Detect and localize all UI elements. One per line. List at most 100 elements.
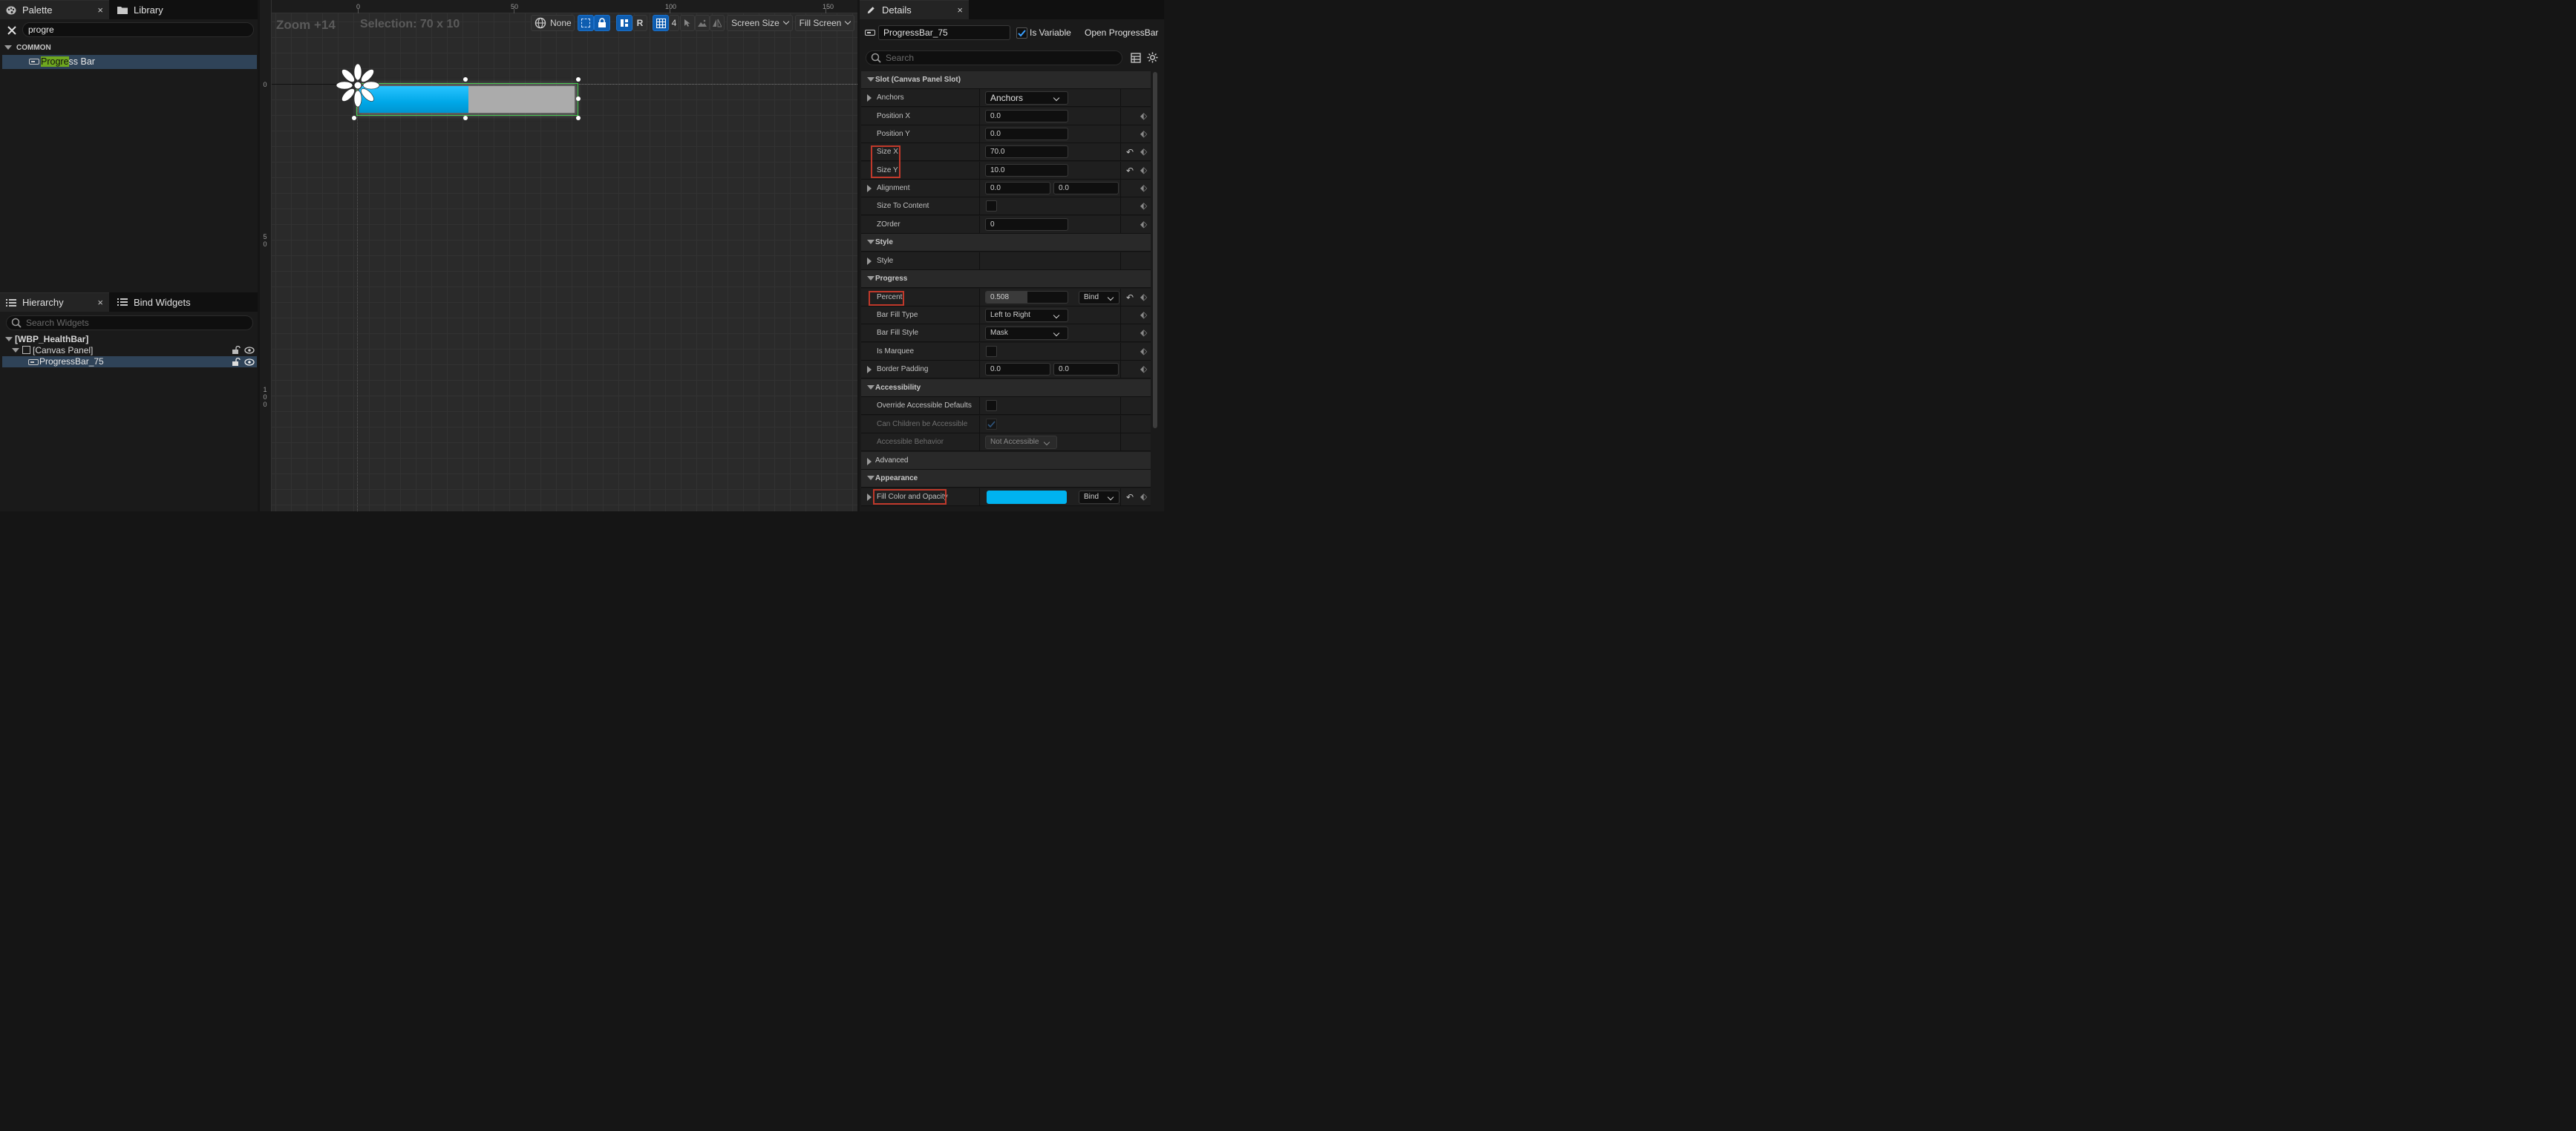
tree-item-progressbar[interactable]: ProgressBar_75 bbox=[2, 356, 257, 367]
close-details-icon[interactable]: × bbox=[957, 4, 963, 16]
localization-button[interactable]: None bbox=[531, 15, 575, 31]
grid-count[interactable]: 4 bbox=[669, 15, 679, 31]
border-padding-y-input[interactable]: 0.0 bbox=[1053, 363, 1119, 376]
bar-fill-type-dropdown[interactable]: Left to Right bbox=[985, 309, 1068, 322]
keyframe-icon[interactable]: ⬖ bbox=[1140, 346, 1147, 356]
widget-name-input[interactable]: ProgressBar_75 bbox=[878, 25, 1010, 40]
section-accessibility[interactable]: Accessibility bbox=[861, 379, 1151, 397]
zorder-input[interactable]: 0 bbox=[985, 218, 1068, 231]
close-hierarchy-icon[interactable]: × bbox=[97, 297, 103, 308]
clear-search-icon[interactable] bbox=[6, 24, 18, 36]
tab-details[interactable]: Details × bbox=[860, 0, 969, 19]
resize-handle[interactable] bbox=[352, 116, 356, 120]
reset-to-default-icon[interactable]: ↶ bbox=[1126, 165, 1134, 176]
mirror-button[interactable] bbox=[710, 15, 725, 31]
fill-color-bind-dropdown[interactable]: Bind bbox=[1079, 491, 1119, 504]
tab-bind-widgets[interactable]: Bind Widgets bbox=[111, 292, 238, 312]
size-y-input[interactable]: 10.0 bbox=[985, 164, 1068, 177]
size-x-input[interactable]: 70.0 bbox=[985, 145, 1068, 158]
pointer-button[interactable] bbox=[680, 15, 695, 31]
tab-hierarchy[interactable]: Hierarchy × bbox=[0, 292, 109, 312]
border-padding-x-input[interactable]: 0.0 bbox=[985, 363, 1050, 376]
position-x-input[interactable]: 0.0 bbox=[985, 110, 1068, 122]
open-progressbar-link[interactable]: Open ProgressBar bbox=[1085, 27, 1158, 38]
alignment-x-input[interactable]: 0.0 bbox=[985, 182, 1050, 194]
close-palette-icon[interactable]: × bbox=[97, 4, 103, 16]
is-variable-checkbox[interactable] bbox=[1016, 27, 1027, 39]
tree-item-root[interactable]: [WBP_HealthBar] bbox=[0, 333, 258, 345]
settings-gear-icon[interactable] bbox=[1147, 52, 1158, 63]
section-appearance[interactable]: Appearance bbox=[861, 470, 1151, 488]
reset-to-default-icon[interactable]: ↶ bbox=[1126, 492, 1134, 502]
anchors-dropdown[interactable]: Anchors bbox=[985, 91, 1068, 105]
keyframe-icon[interactable]: ⬖ bbox=[1140, 292, 1147, 302]
position-y-input[interactable]: 0.0 bbox=[985, 128, 1068, 140]
prop-row-zorder[interactable]: ZOrder 0 ⬖ bbox=[861, 216, 1151, 234]
keyframe-icon[interactable]: ⬖ bbox=[1140, 200, 1147, 211]
keyframe-icon[interactable]: ⬖ bbox=[1140, 146, 1147, 157]
designer-viewport[interactable]: 0 50 100 150 0 5 0 1 0 0 Zoom +14 Select… bbox=[260, 0, 857, 511]
common-section-header[interactable]: COMMON bbox=[0, 40, 258, 55]
keyframe-icon[interactable]: ⬖ bbox=[1140, 364, 1147, 374]
resize-handle[interactable] bbox=[576, 77, 581, 82]
details-search-input[interactable]: Search bbox=[866, 50, 1122, 65]
reset-to-default-icon[interactable]: ↶ bbox=[1126, 292, 1134, 303]
percent-bind-dropdown[interactable]: Bind bbox=[1079, 291, 1119, 304]
keyframe-icon[interactable]: ⬖ bbox=[1140, 128, 1147, 139]
keyframe-icon[interactable]: ⬖ bbox=[1140, 183, 1147, 193]
reset-to-default-icon[interactable]: ↶ bbox=[1126, 147, 1134, 157]
prop-row-bar-fill-type[interactable]: Bar Fill Type Left to Right ⬖ bbox=[861, 306, 1151, 324]
resize-handle[interactable] bbox=[576, 116, 581, 120]
size-to-content-checkbox[interactable] bbox=[986, 200, 997, 212]
alignment-y-input[interactable]: 0.0 bbox=[1053, 182, 1119, 194]
table-view-icon[interactable] bbox=[1131, 53, 1141, 63]
keyframe-icon[interactable]: ⬖ bbox=[1140, 219, 1147, 229]
prop-row-alignment[interactable]: Alignment 0.0 0.0 ⬖ bbox=[861, 180, 1151, 197]
prop-row-size-x[interactable]: Size X 70.0 ↶ ⬖ bbox=[861, 143, 1151, 161]
eye-icon[interactable] bbox=[244, 346, 255, 355]
respect-locks-button[interactable] bbox=[616, 15, 632, 31]
is-marquee-checkbox[interactable] bbox=[986, 346, 997, 357]
resize-handle[interactable] bbox=[576, 96, 581, 101]
scrollbar-thumb[interactable] bbox=[1153, 72, 1157, 428]
r-button[interactable]: R bbox=[632, 15, 647, 31]
section-progress[interactable]: Progress bbox=[861, 270, 1151, 288]
lock-toggle-button[interactable] bbox=[594, 15, 610, 31]
unlock-icon[interactable] bbox=[232, 346, 241, 355]
bar-fill-style-dropdown[interactable]: Mask bbox=[985, 327, 1068, 340]
details-scrollbar[interactable] bbox=[1151, 72, 1159, 511]
prop-row-bar-fill-style[interactable]: Bar Fill Style Mask ⬖ bbox=[861, 324, 1151, 342]
prop-row-position-y[interactable]: Position Y 0.0 ⬖ bbox=[861, 125, 1151, 143]
tree-item-canvas-panel[interactable]: [Canvas Panel] bbox=[0, 344, 258, 356]
grid-snap-button[interactable] bbox=[653, 15, 669, 31]
keyframe-icon[interactable]: ⬖ bbox=[1140, 309, 1147, 320]
prop-row-border-padding[interactable]: Border Padding 0.0 0.0 ⬖ bbox=[861, 361, 1151, 378]
outline-toggle-button[interactable] bbox=[578, 15, 594, 31]
resize-handle[interactable] bbox=[463, 77, 468, 82]
unlock-icon[interactable] bbox=[232, 358, 241, 367]
palette-item-progress-bar[interactable]: Progress Bar bbox=[2, 55, 257, 69]
eye-icon[interactable] bbox=[244, 358, 255, 367]
section-style[interactable]: Style bbox=[861, 234, 1151, 252]
section-advanced[interactable]: Advanced bbox=[861, 452, 1151, 470]
prop-row-size-y[interactable]: Size Y 10.0 ↶ ⬖ bbox=[861, 162, 1151, 180]
keyframe-icon[interactable]: ⬖ bbox=[1140, 327, 1147, 338]
tab-palette[interactable]: Palette × bbox=[0, 0, 109, 19]
fill-color-swatch[interactable] bbox=[987, 491, 1067, 504]
section-slot[interactable]: Slot (Canvas Panel Slot) bbox=[861, 71, 1151, 89]
prop-row-override-accessible[interactable]: Override Accessible Defaults bbox=[861, 397, 1151, 415]
palette-search-input[interactable]: progre bbox=[22, 22, 254, 37]
tab-library[interactable]: Library bbox=[111, 0, 223, 19]
fill-screen-dropdown[interactable]: Fill Screen bbox=[795, 15, 854, 31]
override-accessible-checkbox[interactable] bbox=[986, 400, 997, 411]
anchor-medallion-icon[interactable] bbox=[335, 62, 381, 108]
percent-slider-input[interactable]: 0.508 bbox=[985, 291, 1068, 304]
screen-size-dropdown[interactable]: Screen Size bbox=[727, 15, 793, 31]
hierarchy-search-input[interactable]: Search Widgets bbox=[6, 315, 253, 330]
keyframe-icon[interactable]: ⬖ bbox=[1140, 165, 1147, 175]
image-button[interactable] bbox=[695, 15, 710, 31]
prop-row-anchors[interactable]: Anchors Anchors bbox=[861, 89, 1151, 107]
keyframe-icon[interactable]: ⬖ bbox=[1140, 491, 1147, 502]
prop-row-is-marquee[interactable]: Is Marquee ⬖ bbox=[861, 343, 1151, 361]
resize-handle[interactable] bbox=[463, 116, 468, 120]
